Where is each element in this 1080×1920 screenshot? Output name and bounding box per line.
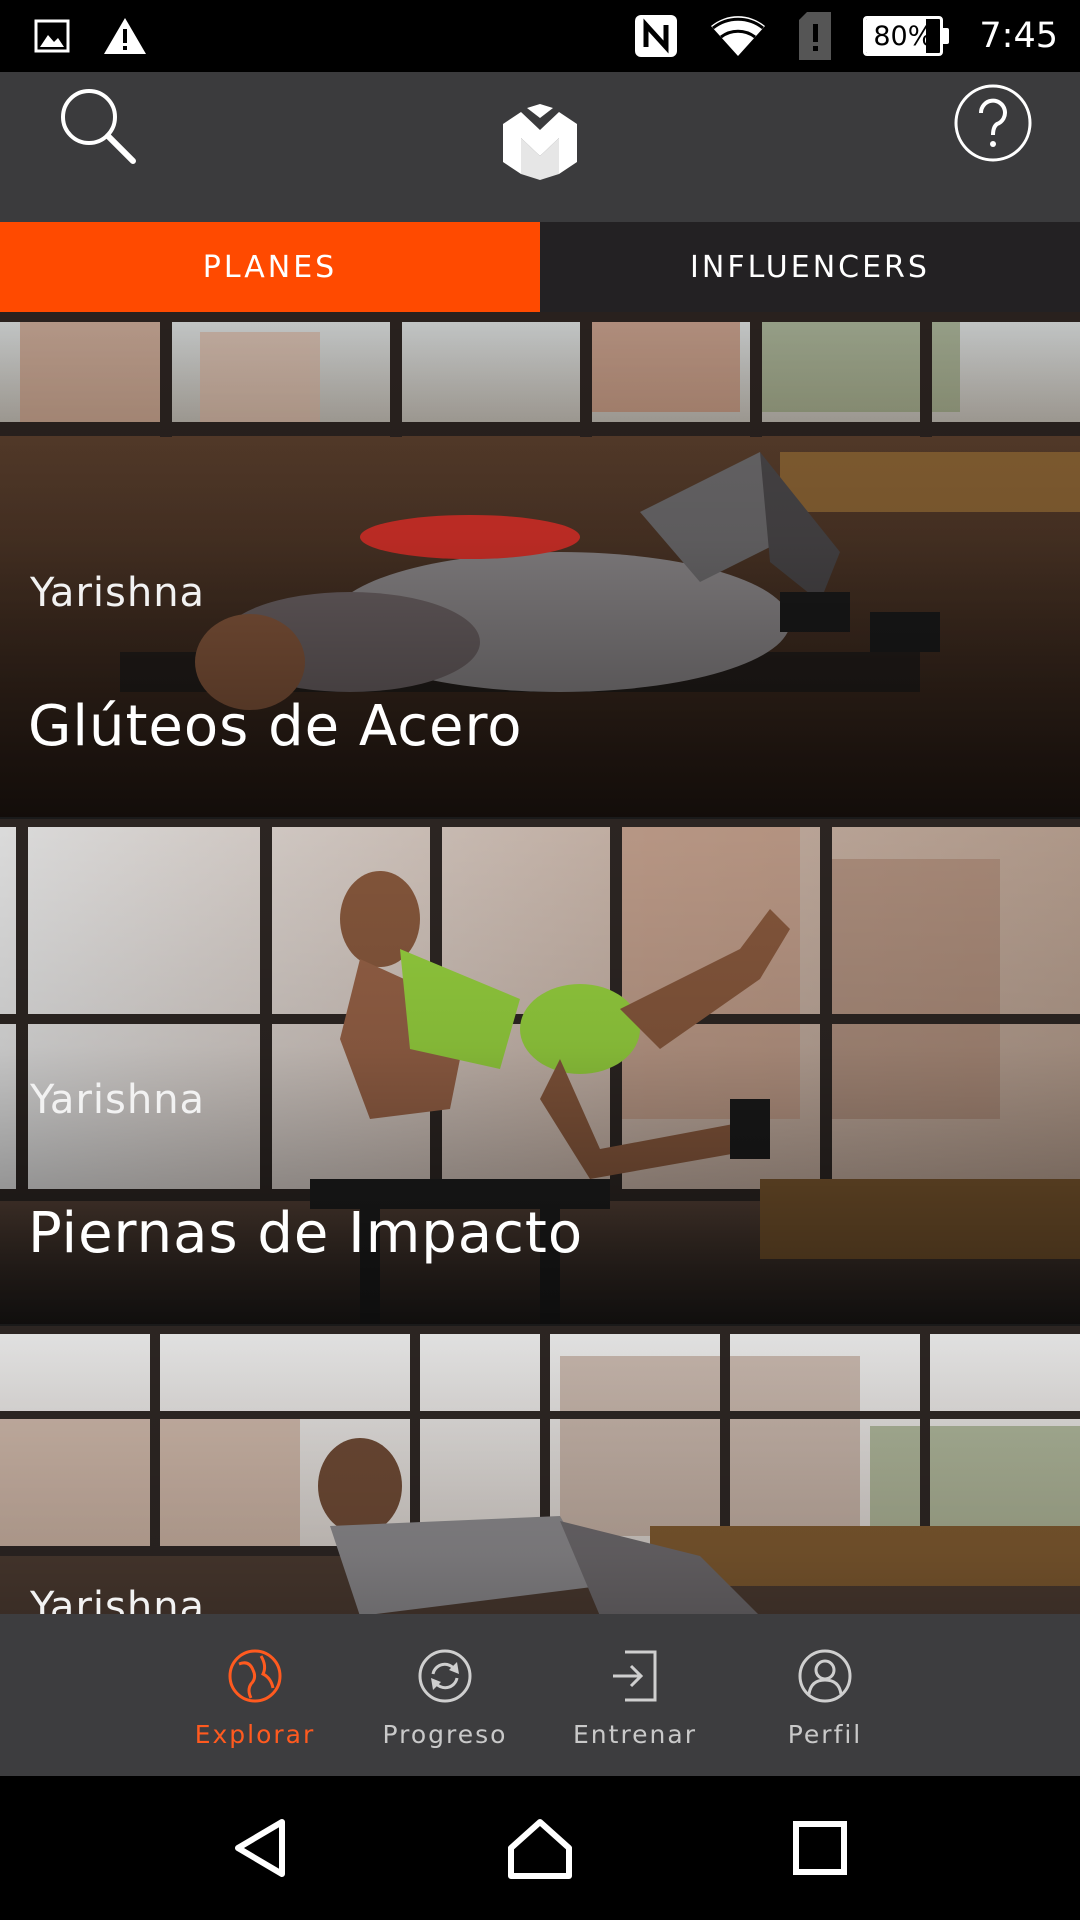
nav-label: Progreso	[382, 1720, 508, 1749]
plan-author: Yarishna	[30, 570, 206, 616]
home-icon[interactable]	[490, 1798, 590, 1898]
tab-influencers[interactable]: INFLUENCERS	[540, 222, 1080, 312]
nav-label: Explorar	[194, 1720, 316, 1749]
plan-title: Piernas de Impacto	[28, 1201, 584, 1266]
image-icon	[34, 19, 70, 53]
bottom-nav: Explorar Progreso Entrenar Perfil	[0, 1614, 1080, 1776]
enter-icon	[607, 1648, 663, 1708]
nav-explorar[interactable]: Explorar	[160, 1614, 350, 1776]
plan-card[interactable]: Yarishna	[0, 1326, 1080, 1614]
nfc-icon	[633, 13, 679, 59]
clock: 7:45	[979, 16, 1058, 56]
back-icon[interactable]	[210, 1798, 310, 1898]
nav-label: Entrenar	[573, 1720, 697, 1749]
plan-author: Yarishna	[30, 1077, 206, 1123]
status-bar: 80% 7:45	[0, 0, 1080, 72]
tab-planes[interactable]: PLANES	[0, 222, 540, 312]
tab-bar: PLANES INFLUENCERS	[0, 222, 1080, 312]
refresh-icon	[417, 1648, 473, 1708]
search-icon[interactable]	[52, 80, 142, 170]
nav-perfil[interactable]: Perfil	[730, 1614, 920, 1776]
wifi-icon	[709, 14, 767, 58]
nav-label: Perfil	[787, 1720, 863, 1749]
help-icon[interactable]	[948, 78, 1038, 168]
app-logo-icon[interactable]	[496, 98, 584, 186]
battery-icon: 80%	[863, 16, 950, 56]
nav-progreso[interactable]: Progreso	[350, 1614, 540, 1776]
nav-entrenar[interactable]: Entrenar	[540, 1614, 730, 1776]
recents-icon[interactable]	[770, 1798, 870, 1898]
warning-icon	[102, 16, 148, 56]
system-nav-bar	[0, 1776, 1080, 1920]
app-header	[0, 72, 1080, 222]
plan-card[interactable]: Yarishna Piernas de Impacto	[0, 819, 1080, 1324]
globe-icon	[227, 1648, 283, 1708]
sim-alert-icon	[797, 12, 833, 60]
plans-feed: Yarishna Glúteos de Acero Yarishna Piern…	[0, 312, 1080, 1614]
plan-author: Yarishna	[30, 1584, 206, 1614]
plan-card[interactable]: Yarishna Glúteos de Acero	[0, 312, 1080, 817]
battery-percent: 80%	[873, 20, 934, 52]
user-icon	[797, 1648, 853, 1708]
plan-title: Glúteos de Acero	[28, 694, 523, 759]
